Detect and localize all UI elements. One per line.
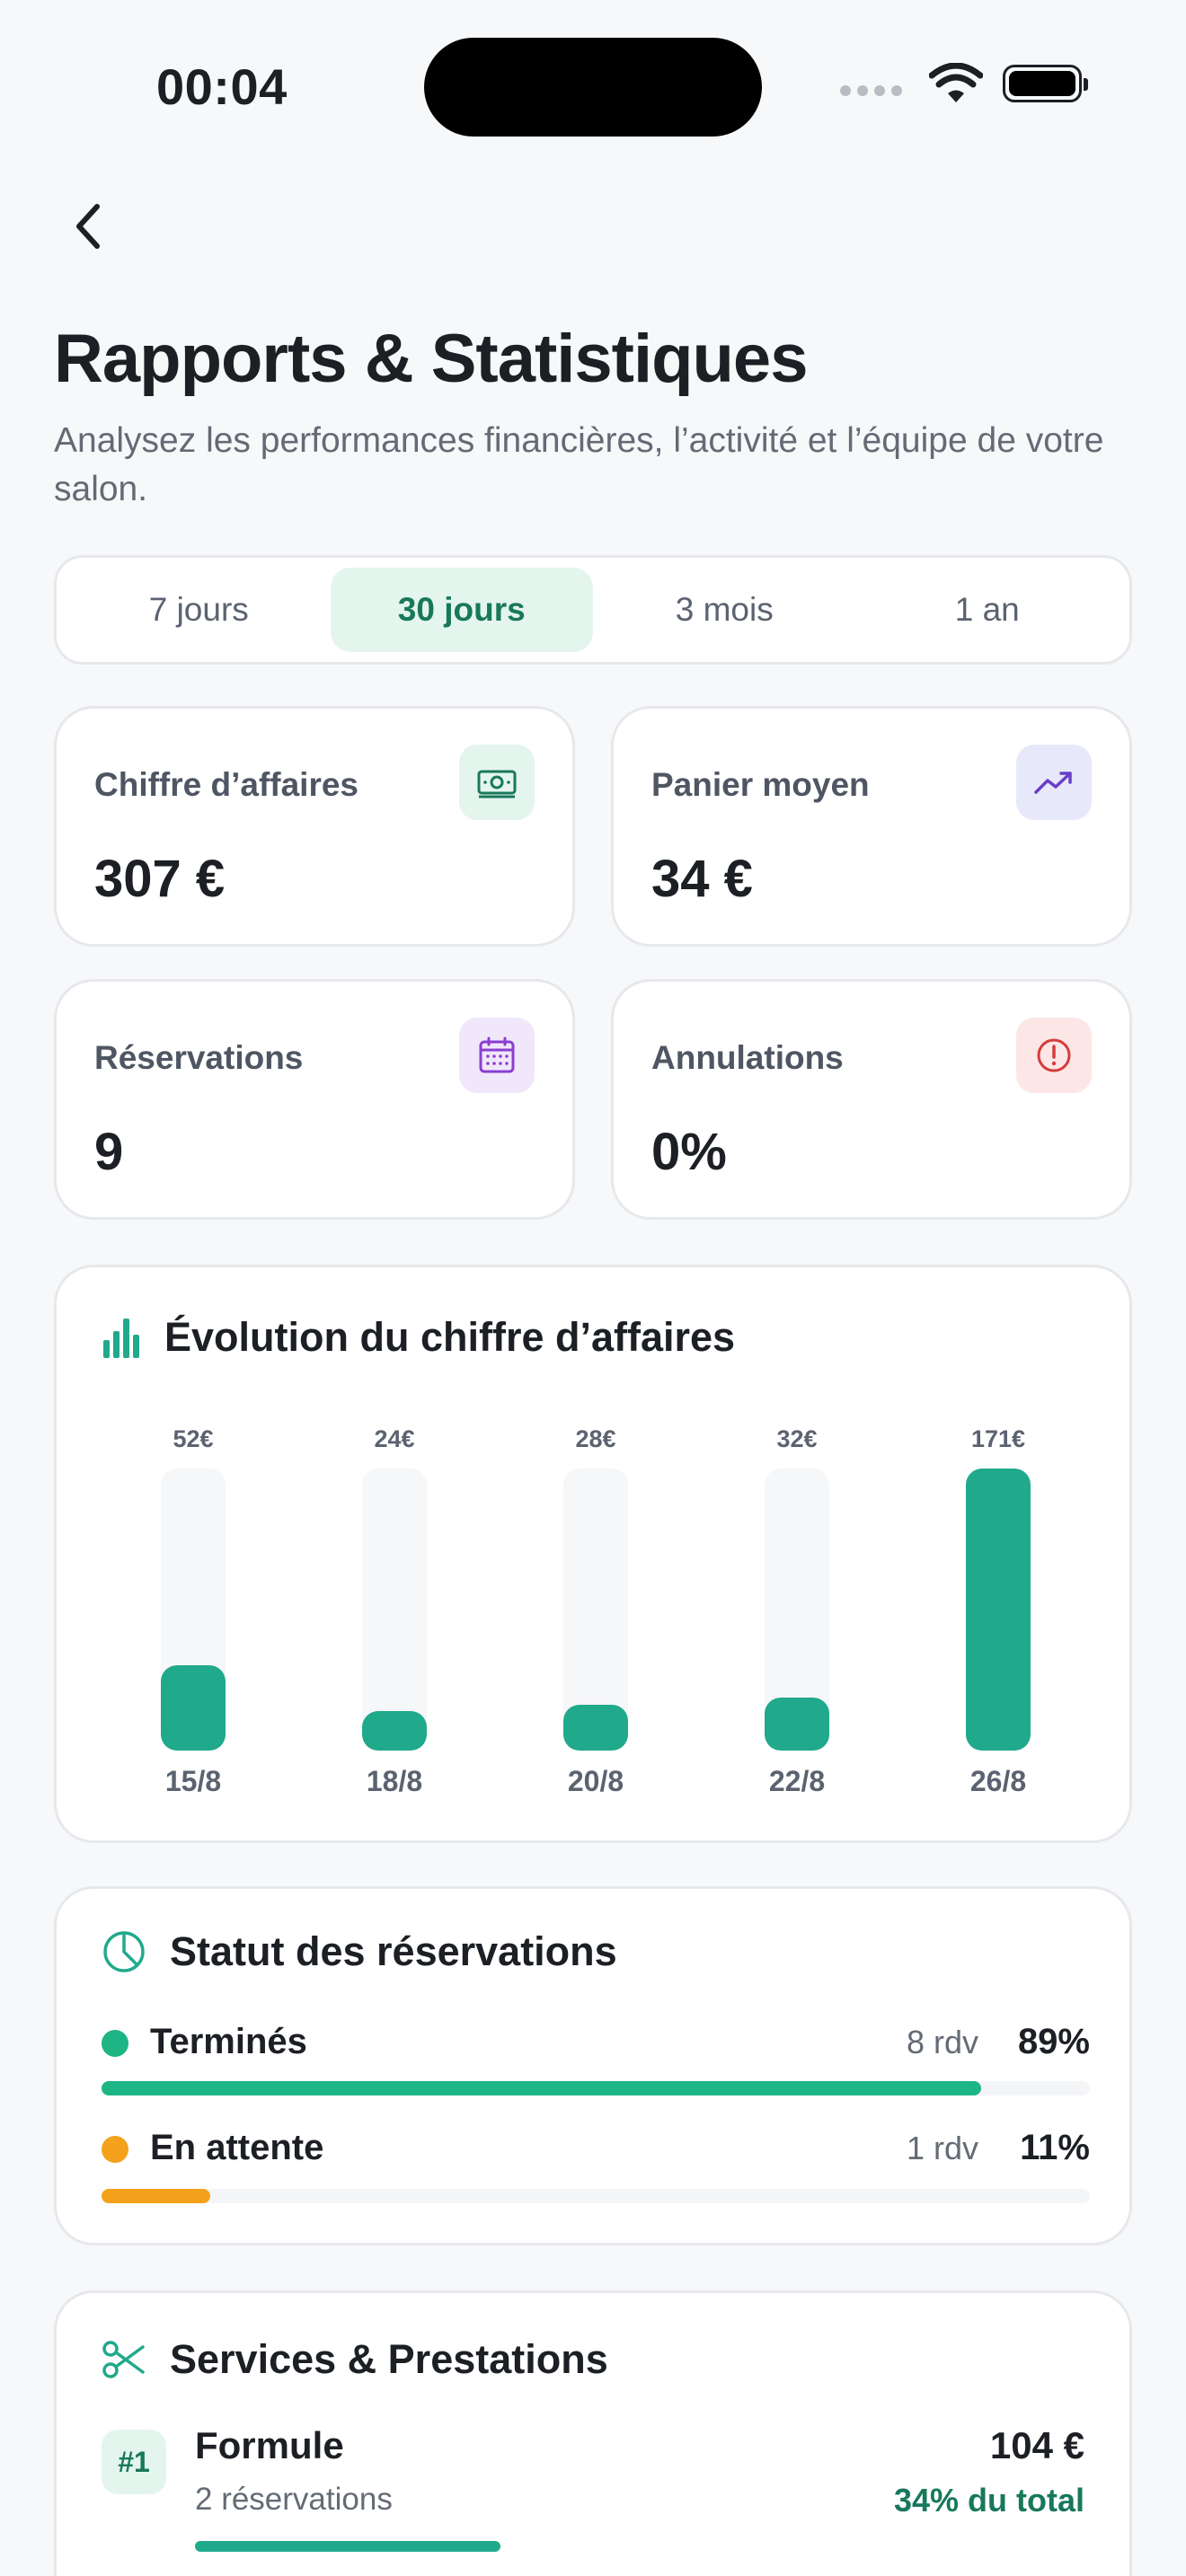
bar-chart-icon bbox=[103, 1319, 139, 1358]
status-percent: 11% bbox=[1020, 2128, 1090, 2167]
stat-value: 34 € bbox=[651, 850, 753, 908]
bar-track bbox=[966, 1469, 1031, 1751]
status-title: Statut des réservations bbox=[170, 1928, 617, 1974]
scissors-icon bbox=[102, 2341, 145, 2378]
signal-icon bbox=[840, 85, 902, 96]
panel-header: Services & Prestations bbox=[102, 2336, 608, 2383]
alert-circle-icon bbox=[1016, 1018, 1092, 1093]
bar-category-label: 18/8 bbox=[366, 1765, 423, 1797]
wifi-icon bbox=[929, 63, 983, 102]
bar[interactable] bbox=[161, 1665, 226, 1751]
banknote-icon bbox=[459, 745, 535, 820]
status-row-pending[interactable]: En attente 1 rdv 11% bbox=[102, 2128, 1090, 2173]
stat-value: 0% bbox=[651, 1123, 727, 1181]
bar-category-label: 22/8 bbox=[768, 1765, 826, 1797]
status-time: 00:04 bbox=[156, 58, 288, 115]
status-indicators bbox=[840, 63, 1088, 104]
status-count: 1 rdv bbox=[906, 2130, 978, 2166]
status-dot bbox=[102, 2136, 128, 2163]
panel-header: Évolution du chiffre d’affaires bbox=[102, 1314, 735, 1361]
status-name: En attente bbox=[150, 2128, 324, 2167]
status-percent: 89% bbox=[1017, 2022, 1090, 2061]
chart-title: Évolution du chiffre d’affaires bbox=[164, 1314, 736, 1360]
bar-category-label: 20/8 bbox=[567, 1765, 624, 1797]
battery-icon bbox=[1003, 65, 1088, 102]
status-bar: 00:04 bbox=[0, 0, 1186, 171]
stat-label: Chiffre d’affaires bbox=[94, 766, 359, 803]
status-progress-completed bbox=[102, 2081, 1090, 2095]
tab-3-mois[interactable]: 3 mois bbox=[593, 568, 856, 652]
bar[interactable] bbox=[765, 1698, 829, 1751]
status-progress-fill bbox=[102, 2081, 981, 2095]
rank-badge: #1 bbox=[102, 2430, 166, 2494]
service-bookings: 2 réservations bbox=[195, 2482, 393, 2517]
service-share-bar bbox=[195, 2541, 500, 2552]
chevron-left-icon bbox=[76, 204, 100, 249]
calendar-icon bbox=[459, 1018, 535, 1093]
back-button[interactable] bbox=[61, 199, 115, 253]
stat-label: Réservations bbox=[94, 1039, 304, 1076]
page-title: Rapports & Statistiques bbox=[54, 321, 808, 397]
trending-up-icon bbox=[1016, 745, 1092, 820]
service-amount: 104 € bbox=[989, 2424, 1084, 2466]
bar-track bbox=[765, 1469, 829, 1751]
services-card: Services & Prestations #1 Formule 2 rése… bbox=[54, 2290, 1132, 2576]
tab-1-an[interactable]: 1 an bbox=[856, 568, 1120, 652]
tab-7-jours[interactable]: 7 jours bbox=[67, 568, 331, 652]
stat-card-revenue[interactable]: Chiffre d’affaires 307 € bbox=[54, 706, 575, 947]
tab-30-jours[interactable]: 30 jours bbox=[330, 568, 593, 652]
bar-value-label: 52€ bbox=[173, 1425, 214, 1452]
bar-category-label: 26/8 bbox=[969, 1765, 1027, 1797]
stat-value: 307 € bbox=[94, 850, 226, 908]
service-share: 34% du total bbox=[893, 2482, 1084, 2519]
stat-card-bookings[interactable]: Réservations 9 bbox=[54, 979, 575, 1220]
services-title: Services & Prestations bbox=[170, 2336, 608, 2382]
status-progress-fill bbox=[102, 2189, 210, 2203]
bar-value-label: 24€ bbox=[374, 1425, 415, 1452]
bar-track bbox=[563, 1469, 628, 1751]
bar-value-label: 28€ bbox=[575, 1425, 616, 1452]
booking-status-card: Statut des réservations Terminés 8 rdv 8… bbox=[54, 1886, 1132, 2245]
bar-value-label: 171€ bbox=[970, 1425, 1026, 1452]
page-subtitle: Analysez les performances financières, l… bbox=[54, 421, 1104, 508]
bar-track bbox=[362, 1469, 427, 1751]
status-count: 8 rdv bbox=[906, 2024, 978, 2060]
status-name: Terminés bbox=[150, 2022, 307, 2061]
revenue-chart-card: Évolution du chiffre d’affaires 52€ 15/8 2… bbox=[54, 1265, 1132, 1843]
pie-chart-icon bbox=[103, 1931, 145, 1972]
bar[interactable] bbox=[563, 1705, 628, 1751]
panel-header: Statut des réservations bbox=[102, 1928, 617, 1975]
bar-category-label: 15/8 bbox=[164, 1765, 222, 1797]
stat-label: Panier moyen bbox=[651, 766, 870, 803]
stat-value: 9 bbox=[94, 1123, 124, 1181]
stat-card-cancellations[interactable]: Annulations 0% bbox=[611, 979, 1132, 1220]
bar-value-label: 32€ bbox=[776, 1425, 818, 1452]
bar[interactable] bbox=[362, 1711, 427, 1751]
period-selector: 7 jours 30 jours 3 mois 1 an bbox=[54, 555, 1132, 665]
status-progress-pending bbox=[102, 2189, 1090, 2203]
status-row-completed[interactable]: Terminés 8 rdv 89% bbox=[102, 2022, 1090, 2067]
status-dot bbox=[102, 2030, 128, 2057]
dynamic-island bbox=[424, 38, 762, 137]
bar-track bbox=[161, 1469, 226, 1751]
stat-card-average-basket[interactable]: Panier moyen 34 € bbox=[611, 706, 1132, 947]
service-name: Formule bbox=[195, 2424, 344, 2466]
bar[interactable] bbox=[966, 1469, 1031, 1751]
stat-label: Annulations bbox=[651, 1039, 844, 1076]
